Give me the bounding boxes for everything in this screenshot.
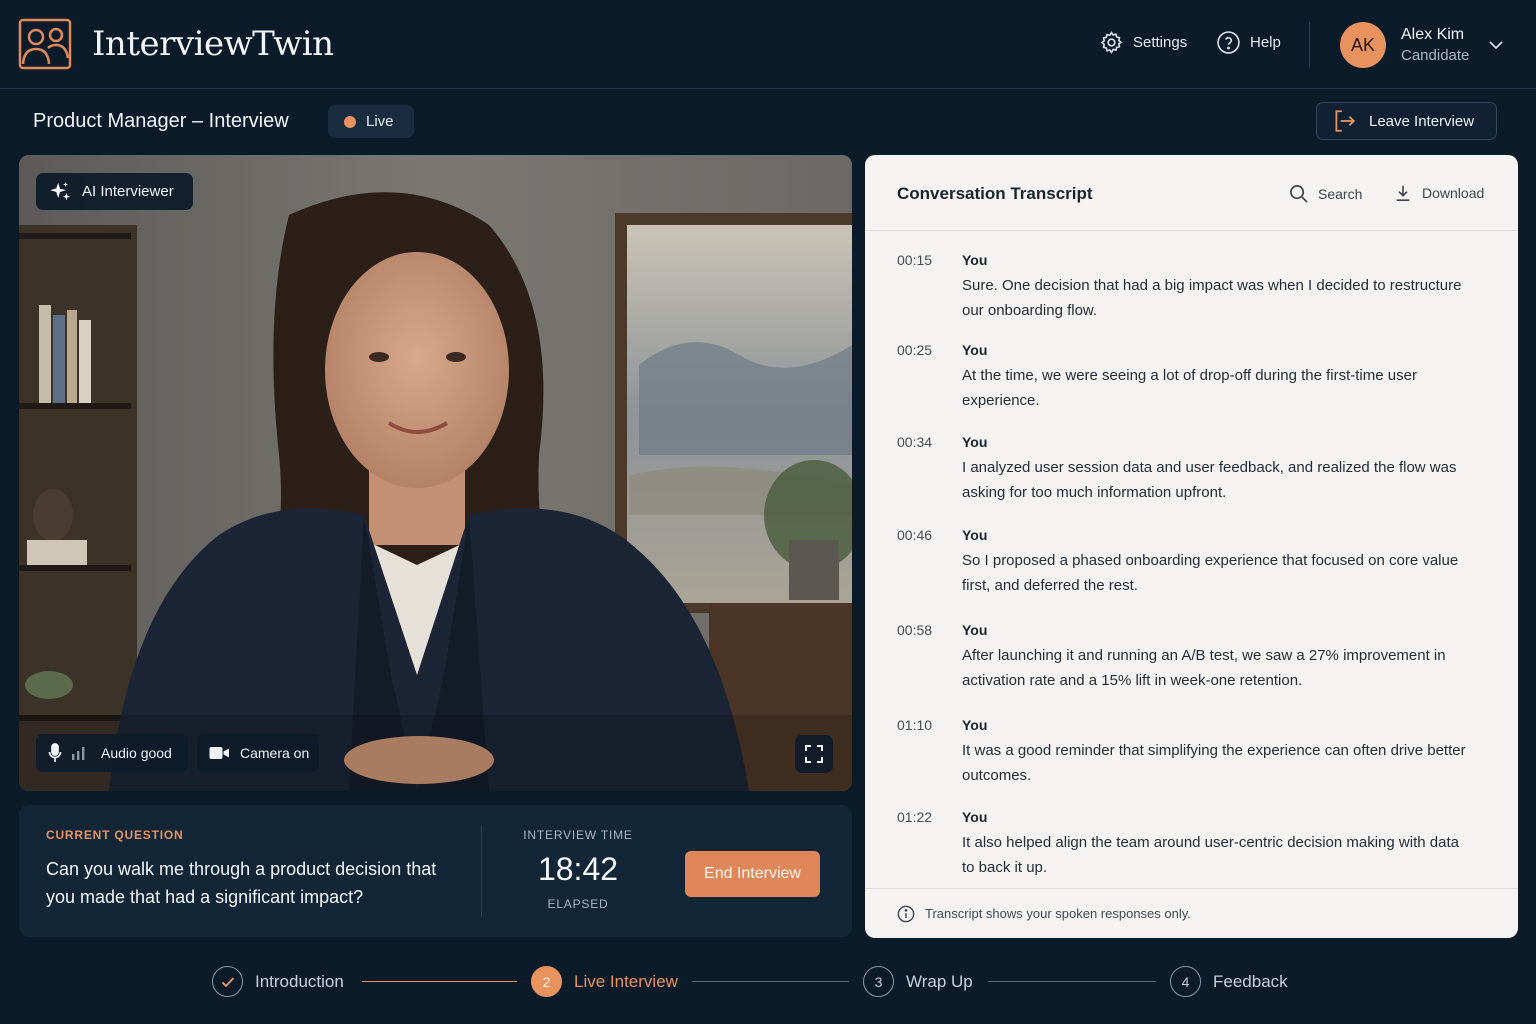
- video-camera-icon: [209, 747, 229, 759]
- ai-interviewer-label: AI Interviewer: [82, 183, 174, 200]
- entry-timestamp: 00:46: [897, 527, 933, 543]
- entry-timestamp: 01:10: [897, 717, 933, 733]
- gear-icon: [1100, 31, 1123, 54]
- panel-divider: [481, 825, 482, 917]
- transcript-title: Conversation Transcript: [897, 184, 1093, 203]
- entry-timestamp: 01:22: [897, 809, 933, 825]
- current-question-text: Can you walk me through a product decisi…: [46, 859, 437, 907]
- entry-text: It also helped align the team around use…: [962, 834, 1459, 876]
- settings-label: Settings: [1133, 34, 1188, 51]
- step-number: 3: [863, 966, 894, 997]
- entry-text: Sure. One decision that had a big impact…: [962, 277, 1462, 319]
- step-wrap-up[interactable]: 3 Wrap Up: [863, 966, 973, 997]
- entry-text: It was a good reminder that simplifying …: [962, 742, 1466, 784]
- entry-text: After launching it and running an A/B te…: [962, 647, 1446, 689]
- camera-status-label: Camera on: [240, 745, 310, 761]
- download-icon: [1396, 185, 1410, 202]
- step-connector: [362, 981, 517, 982]
- status-badge: Live: [328, 105, 414, 138]
- step-label: Introduction: [255, 971, 344, 991]
- audio-status-indicator[interactable]: Audio good: [36, 734, 188, 772]
- step-introduction[interactable]: Introduction: [212, 966, 344, 997]
- fullscreen-icon: [805, 745, 823, 763]
- entry-speaker: You: [962, 809, 988, 825]
- settings-link[interactable]: Settings: [1099, 30, 1187, 55]
- entry-speaker: You: [962, 717, 988, 733]
- step-connector: [692, 981, 849, 982]
- current-question-label: CURRENT QUESTION: [46, 828, 184, 842]
- interview-time-label: INTERVIEW TIME: [523, 828, 633, 842]
- step-number: 4: [1170, 966, 1201, 997]
- current-question-panel: CURRENT QUESTION Can you walk me through…: [19, 805, 852, 937]
- entry-speaker: You: [962, 622, 988, 638]
- people-logo-icon: [18, 18, 72, 70]
- step-label: Wrap Up: [906, 971, 973, 991]
- step-connector: [988, 981, 1156, 982]
- entry-timestamp: 00:15: [897, 252, 933, 268]
- transcript-header: Conversation Transcript Search Download: [865, 155, 1518, 231]
- info-icon: [897, 905, 915, 922]
- elapsed-label: ELAPSED: [547, 897, 609, 911]
- camera-status-indicator[interactable]: Camera on: [197, 734, 319, 772]
- status-label: Live: [366, 113, 394, 130]
- download-label: Download: [1422, 185, 1485, 201]
- search-label: Search: [1318, 185, 1363, 202]
- step-label: Feedback: [1213, 971, 1288, 991]
- transcript-footer: Transcript shows your spoken responses o…: [865, 888, 1518, 938]
- end-interview-button[interactable]: End Interview: [685, 851, 820, 897]
- step-live-interview[interactable]: 2 Live Interview: [531, 966, 678, 997]
- sparkle-icon: [50, 181, 71, 200]
- entry-text: I analyzed user session data and user fe…: [962, 459, 1457, 501]
- leave-interview-button[interactable]: Leave Interview: [1316, 102, 1497, 140]
- entry-speaker: You: [962, 434, 988, 450]
- app-name: InterviewTwin: [92, 24, 334, 64]
- transcript-panel: Conversation Transcript Search Download …: [865, 155, 1518, 938]
- video-feed: AI Interviewer Audio good Camera on: [19, 155, 852, 791]
- interview-timer: 18:42: [537, 851, 619, 887]
- exit-icon: [1335, 110, 1356, 132]
- entry-timestamp: 00:58: [897, 622, 933, 638]
- entry-timestamp: 00:34: [897, 434, 933, 450]
- transcript-search-button[interactable]: Search: [1289, 184, 1362, 203]
- help-label: Help: [1250, 34, 1281, 51]
- transcript-download-button[interactable]: Download: [1394, 184, 1484, 202]
- entry-timestamp: 00:25: [897, 342, 933, 358]
- avatar[interactable]: AK: [1340, 22, 1386, 68]
- step-label: Live Interview: [574, 971, 678, 991]
- entry-speaker: You: [962, 342, 988, 358]
- search-icon: [1290, 185, 1308, 203]
- check-icon: [212, 966, 243, 997]
- header-divider: [1309, 22, 1310, 68]
- user-name: Alex Kim: [1401, 26, 1465, 43]
- page-title: Product Manager – Interview: [33, 110, 289, 132]
- step-number: 2: [531, 966, 562, 997]
- audio-status-label: Audio good: [101, 745, 172, 761]
- leave-interview-label: Leave Interview: [1369, 112, 1475, 130]
- signal-bars-icon: [72, 747, 85, 760]
- brand[interactable]: InterviewTwin: [18, 18, 334, 70]
- microphone-icon: [48, 743, 62, 762]
- entry-speaker: You: [962, 252, 988, 268]
- entry-text: So I proposed a phased onboarding experi…: [962, 552, 1459, 594]
- entry-text: At the time, we were seeing a lot of dro…: [962, 367, 1417, 409]
- help-icon: [1217, 31, 1240, 54]
- top-header: InterviewTwin Settings Help AK Alex Kim …: [0, 0, 1536, 89]
- interviewer-video-frame: [19, 155, 852, 791]
- ai-interviewer-badge: AI Interviewer: [36, 173, 193, 210]
- step-feedback[interactable]: 4 Feedback: [1170, 966, 1288, 997]
- help-link[interactable]: Help: [1216, 30, 1281, 55]
- transcript-footer-note: Transcript shows your spoken responses o…: [925, 906, 1191, 921]
- fullscreen-button[interactable]: [795, 735, 833, 773]
- chevron-down-icon[interactable]: [1488, 38, 1504, 52]
- user-role: Candidate: [1401, 47, 1470, 64]
- entry-speaker: You: [962, 527, 988, 543]
- live-dot-icon: [344, 115, 356, 128]
